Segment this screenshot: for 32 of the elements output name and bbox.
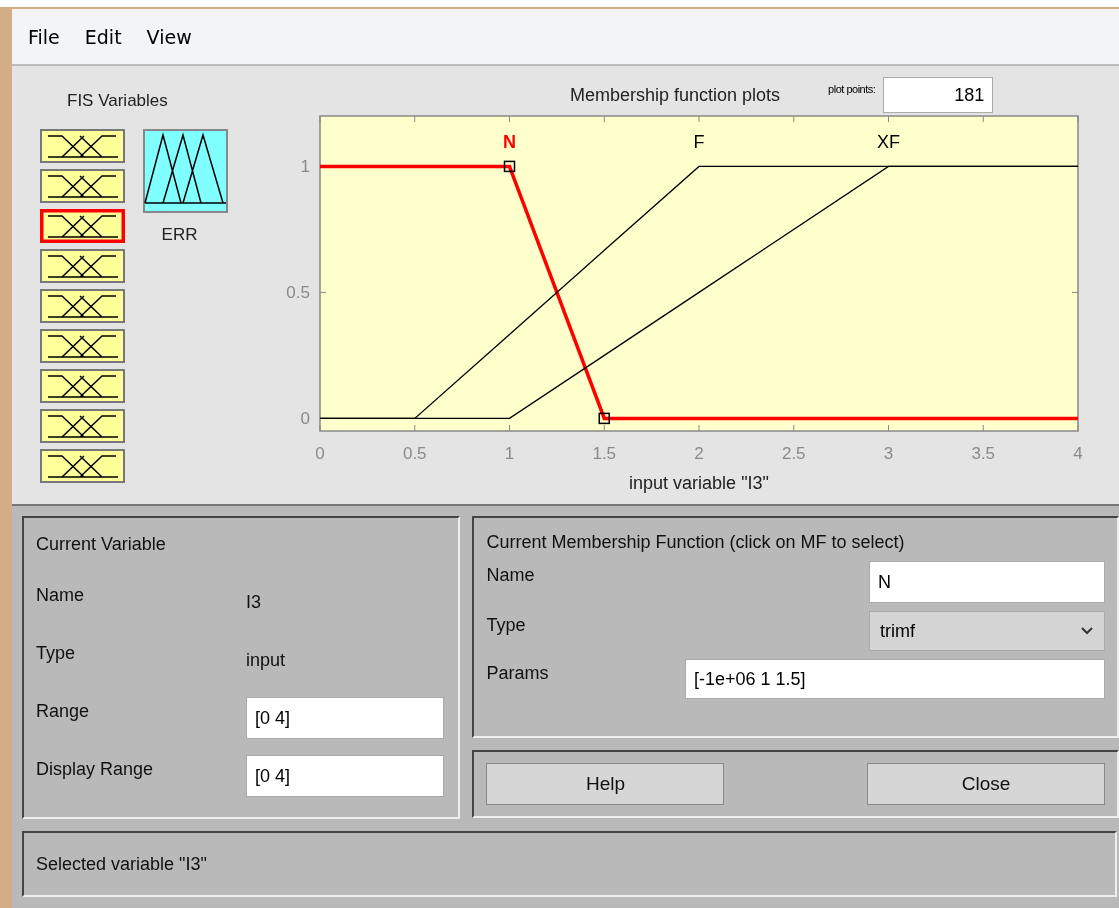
variable-type: input [246,648,287,672]
x-tick-label: 0 [315,444,325,463]
field-label: Name [36,584,85,607]
x-tick-label: 3 [883,444,894,463]
variable-name: I3 [246,590,262,614]
plot-points-label: plot points: [828,83,876,95]
status-text: Selected variable "I3" [36,853,207,875]
panel-title: Current Variable [36,534,167,555]
y-tick-label: 0.5 [286,283,310,303]
field-label: Type [36,642,77,665]
x-axis-label: input variable "I3" [629,473,769,493]
y-tick-label: 1 [300,157,310,177]
x-tick-label: 2 [694,444,704,463]
x-tick-label: 3.5 [971,444,996,463]
output-variable-label: ERR [161,225,198,245]
x-tick-label: 1 [504,444,515,463]
x-tick-label: 2.5 [781,444,806,463]
field-label: Display Range [36,758,155,781]
x-tick-label: 0.5 [402,444,427,463]
field-label: Params [486,662,549,684]
x-tick-label: 1.5 [592,444,617,463]
field-label: Type [486,614,526,636]
x-tick-label: 4 [1073,444,1083,463]
membership-function-label: N [503,132,516,153]
panel-title: Current Membership Function (click on MF to select) [486,532,906,553]
plot-title: Membership function plots [570,84,781,106]
field-label: Range [36,700,91,723]
field-label: Name [486,564,535,586]
membership-function-label: F [693,132,705,153]
y-tick-label: 0 [300,409,310,429]
membership-function-label: XF [877,132,900,153]
fis-variables-label: FIS Variables [67,91,169,111]
